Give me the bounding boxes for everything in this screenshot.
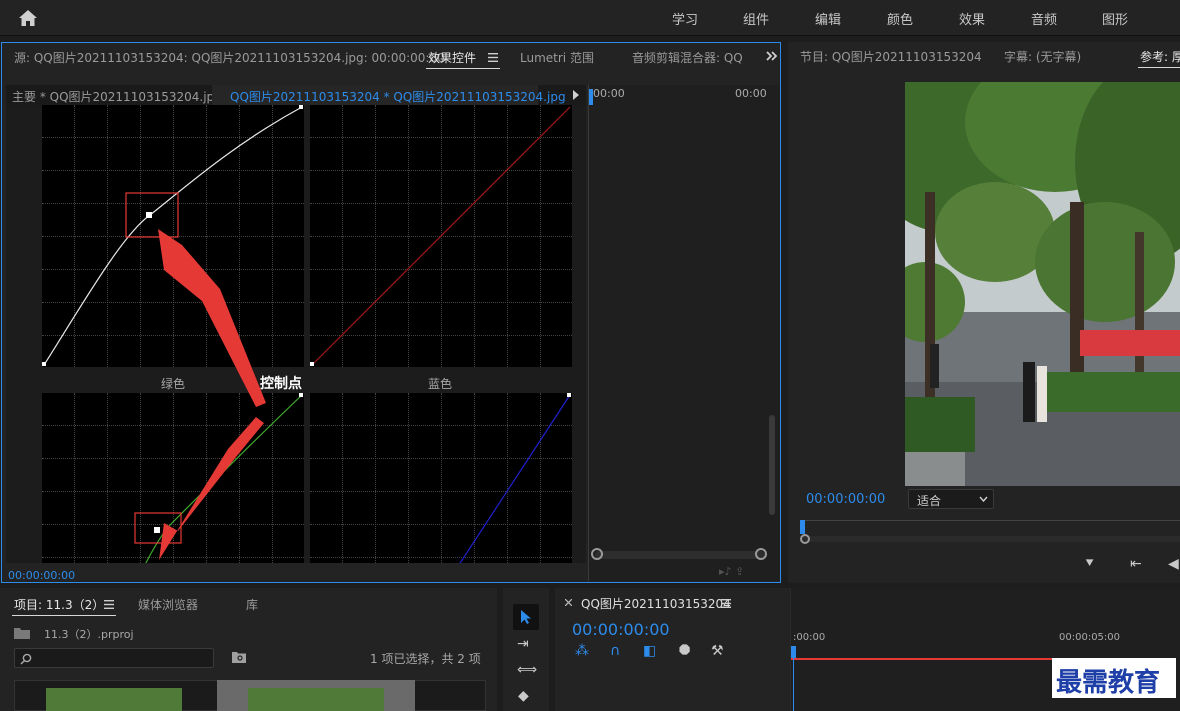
add-marker-icon[interactable]: ⯆ [1084, 556, 1095, 572]
timeline-timecode[interactable]: 00:00:00:00 [572, 620, 670, 639]
tab-program[interactable]: 节目: QQ图片20211103153204 [800, 48, 982, 65]
ec-playhead[interactable] [589, 89, 593, 105]
close-icon[interactable] [565, 599, 572, 606]
tab-reference[interactable]: 参考: 厚 [1138, 44, 1180, 68]
workspace-assembly[interactable]: 组件 [743, 9, 769, 28]
selection-status: 1 项已选择，共 2 项 [370, 652, 481, 666]
effect-controls-timecode[interactable]: 00:00:00:00 [8, 569, 75, 582]
tab-media-browser[interactable]: 媒体浏览器 [138, 596, 198, 613]
program-ruler[interactable] [800, 520, 1180, 521]
program-monitor-panel: 节目: QQ图片20211103153204 字幕: (无字幕) 参考: 厚 0… [788, 42, 1180, 583]
ec-timeline-end: 00:00 [735, 87, 767, 100]
folder-icon [14, 628, 30, 639]
program-zoom-handle[interactable] [800, 534, 810, 544]
workspace-bar: 学习 组件 编辑 颜色 效果 音频 图形 [0, 0, 1180, 36]
tab-audio-clip-mixer[interactable]: 音频剪辑混合器: QQ [632, 49, 744, 66]
export-icon[interactable]: ▸♪ ⇪ [719, 565, 744, 578]
project-file-name: 11.3（2）.prproj [44, 628, 134, 641]
ruler-start-label: :00:00 [793, 632, 826, 643]
tab-captions[interactable]: 字幕: (无字幕) [1004, 48, 1081, 65]
project-item-thumbnail[interactable] [46, 688, 182, 711]
selection-tool[interactable] [513, 604, 539, 630]
project-panel: 项目: 11.3（2） 媒体浏览器 库 11.3（2）.prproj 1 项已选… [0, 588, 497, 711]
program-playhead[interactable] [800, 520, 805, 534]
ec-scrollbar[interactable] [769, 415, 775, 515]
workspace-effects[interactable]: 效果 [959, 9, 985, 28]
workspace-audio[interactable]: 音频 [1031, 9, 1057, 28]
playhead-line [793, 658, 794, 711]
hamburger-icon[interactable] [488, 53, 498, 62]
tools-panel: ⇥ ⟺ ◆ [503, 588, 549, 711]
program-video-frame[interactable] [905, 82, 1180, 486]
hamburger-icon[interactable] [104, 600, 114, 609]
home-icon[interactable] [18, 9, 38, 27]
project-search-input[interactable] [14, 648, 214, 668]
arrow-pointer-icon [159, 417, 264, 560]
step-back-icon[interactable]: ◀ [1168, 556, 1179, 572]
nest-sequences-icon[interactable]: ⁂ [575, 643, 589, 659]
razor-tool-icon[interactable]: ◆ [518, 688, 529, 704]
snap-magnet-icon[interactable]: ∩ [610, 643, 620, 659]
tab-lumetri-scopes[interactable]: Lumetri 范围 [520, 49, 594, 66]
ec-zoom-handle-left[interactable] [591, 548, 603, 560]
master-clip-label[interactable]: 主要 * QQ图片20211103153204.jpg [12, 88, 222, 105]
watermark-logo: 最需教育 [1052, 658, 1176, 698]
render-bar [791, 658, 1087, 660]
hamburger-icon[interactable] [721, 599, 731, 608]
effect-controls-timeline: 00:00 00:00 ▸♪ ⇪ [588, 85, 780, 581]
search-icon [20, 653, 32, 665]
project-item-thumbnail [248, 688, 384, 711]
new-search-bin-icon[interactable] [232, 651, 246, 663]
clip-header-bar: 主要 * QQ图片20211103153204.jpg QQ图片20211103… [6, 85, 586, 105]
ripple-edit-tool-icon[interactable]: ⟺ [517, 662, 537, 678]
sequence-tab[interactable]: QQ图片20211103153204 [581, 595, 731, 612]
zoom-level-select[interactable]: 适合 [908, 489, 994, 509]
go-to-in-icon[interactable]: ⇤ [1130, 556, 1142, 572]
double-chevron-right-icon[interactable] [766, 51, 778, 61]
timeline-playhead[interactable] [791, 646, 796, 658]
tab-effect-controls[interactable]: 效果控件 [426, 45, 500, 69]
ruler-mark-label: 00:00:05:00 [1059, 632, 1121, 643]
project-item-selected[interactable] [217, 680, 415, 711]
ec-zoom-handle-right[interactable] [755, 548, 767, 560]
rgb-curves-area: 绿色 控制点 蓝色 [6, 105, 586, 563]
ec-zoom-bar[interactable] [595, 551, 765, 559]
chevron-down-icon [979, 496, 988, 502]
linked-selection-icon[interactable]: ◧ [643, 643, 656, 659]
ec-timeline-start: 00:00 [593, 87, 625, 100]
arrow-pointer-icon [158, 229, 266, 407]
tab-project[interactable]: 项目: 11.3（2） [12, 592, 116, 616]
workspace-graphics[interactable]: 图形 [1102, 9, 1128, 28]
arrow-cursor-icon [521, 610, 531, 624]
clip-instance-label[interactable]: QQ图片20211103153204 * QQ图片20211103153204.… [230, 88, 566, 105]
wrench-icon[interactable]: ⚒ [711, 643, 724, 659]
workspace-color[interactable]: 颜色 [887, 9, 913, 28]
program-timecode[interactable]: 00:00:00:00 [806, 492, 885, 507]
program-zoom-bar[interactable] [800, 536, 1180, 542]
track-select-tool-icon[interactable]: ⇥ [517, 636, 529, 652]
street-scene-image [905, 82, 1180, 486]
annotation-arrows [158, 229, 266, 560]
tab-libraries[interactable]: 库 [246, 596, 258, 613]
add-marker-icon[interactable]: ⯃ [679, 643, 690, 659]
source-monitor-tab[interactable]: 源: QQ图片20211103153204: QQ图片2021110315320… [14, 49, 445, 66]
workspace-editing[interactable]: 编辑 [815, 9, 841, 28]
triangle-right-icon[interactable] [572, 90, 580, 100]
effect-controls-panel: 源: QQ图片20211103153204: QQ图片2021110315320… [1, 42, 781, 583]
workspace-learning[interactable]: 学习 [672, 9, 698, 28]
